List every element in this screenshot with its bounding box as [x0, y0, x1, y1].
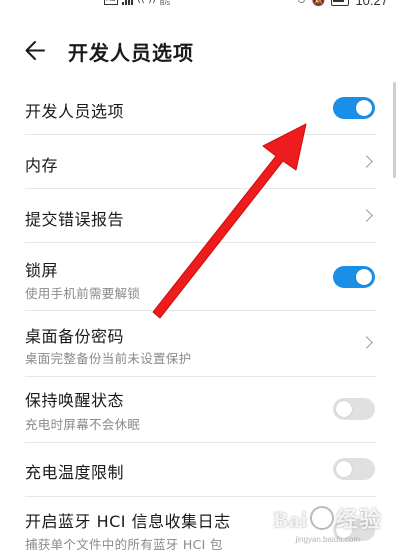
mute-icon: 🔕 — [311, 0, 326, 7]
setting-row-charging-temp-limit[interactable]: 充电温度限制 — [0, 443, 400, 497]
clock-time: 10:27 — [355, 0, 388, 8]
setting-title: 保持唤醒状态 — [25, 391, 125, 410]
watermark-text-right: 经验 — [335, 507, 382, 532]
setting-row-bug-report[interactable]: 提交错误报告 — [0, 189, 400, 243]
setting-title: 提交错误报告 — [25, 210, 125, 229]
charging-temp-limit-toggle[interactable] — [333, 458, 375, 480]
setting-title: 开发人员选项 — [25, 102, 125, 121]
watermark-domain: jingyan.baidu.com — [295, 535, 360, 544]
signal-icon — [122, 0, 134, 5]
setting-subtitle: 充电时屏幕不会休眠 — [25, 417, 141, 432]
setting-title: 内存 — [25, 156, 59, 175]
network-speed-unit: B/s — [159, 0, 171, 7]
chevron-right-icon — [360, 336, 373, 349]
toggle-knob — [356, 100, 372, 116]
alarm-icon: ⏱ — [297, 0, 306, 6]
developer-options-toggle[interactable] — [333, 97, 375, 119]
toggle-knob — [336, 401, 352, 417]
wifi-icon: ((·)) — [137, 0, 156, 5]
back-arrow-icon[interactable] — [22, 36, 52, 66]
setting-row-backup-password[interactable]: 桌面备份密码 桌面完整备份当前未设置保护 — [0, 311, 400, 377]
setting-subtitle: 使用手机前需要解锁 — [25, 286, 141, 301]
setting-row-stay-awake[interactable]: 保持唤醒状态 充电时屏幕不会休眠 — [0, 377, 400, 443]
chevron-right-icon — [360, 209, 373, 222]
scrollbar[interactable] — [393, 82, 396, 178]
watermark-text-left: Bai — [273, 507, 308, 532]
setting-row-developer-options[interactable]: 开发人员选项 — [0, 82, 400, 135]
setting-row-lock-screen[interactable]: 锁屏 使用手机前需要解锁 — [0, 243, 400, 311]
battery-icon — [331, 0, 350, 6]
hd-badge: HD — [104, 0, 119, 5]
setting-subtitle: 桌面完整备份当前未设置保护 — [25, 351, 192, 366]
toggle-knob — [356, 269, 372, 285]
status-bar: HD ((·)) B/s ⏱ 🔕 10:27 — [0, 0, 400, 10]
setting-title: 充电温度限制 — [25, 463, 125, 482]
setting-title: 桌面备份密码 — [25, 327, 125, 346]
stay-awake-toggle[interactable] — [333, 398, 375, 420]
lock-screen-toggle[interactable] — [333, 266, 375, 288]
setting-subtitle: 捕获单个文件中的所有蓝牙 HCI 包 — [25, 537, 223, 550]
toggle-knob — [336, 461, 352, 477]
setting-title: 开启蓝牙 HCI 信息收集日志 — [25, 512, 231, 531]
paw-icon — [309, 506, 334, 530]
setting-row-memory[interactable]: 内存 — [0, 135, 400, 189]
app-header: 开发人员选项 — [0, 24, 400, 76]
baidu-watermark: Bai 经验 — [273, 502, 382, 534]
setting-title: 锁屏 — [25, 261, 59, 280]
settings-screen: HD ((·)) B/s ⏱ 🔕 10:27 开发人员选项 开发人员选项 内存 — [0, 0, 400, 550]
chevron-right-icon — [360, 155, 373, 168]
page-title: 开发人员选项 — [68, 41, 194, 65]
